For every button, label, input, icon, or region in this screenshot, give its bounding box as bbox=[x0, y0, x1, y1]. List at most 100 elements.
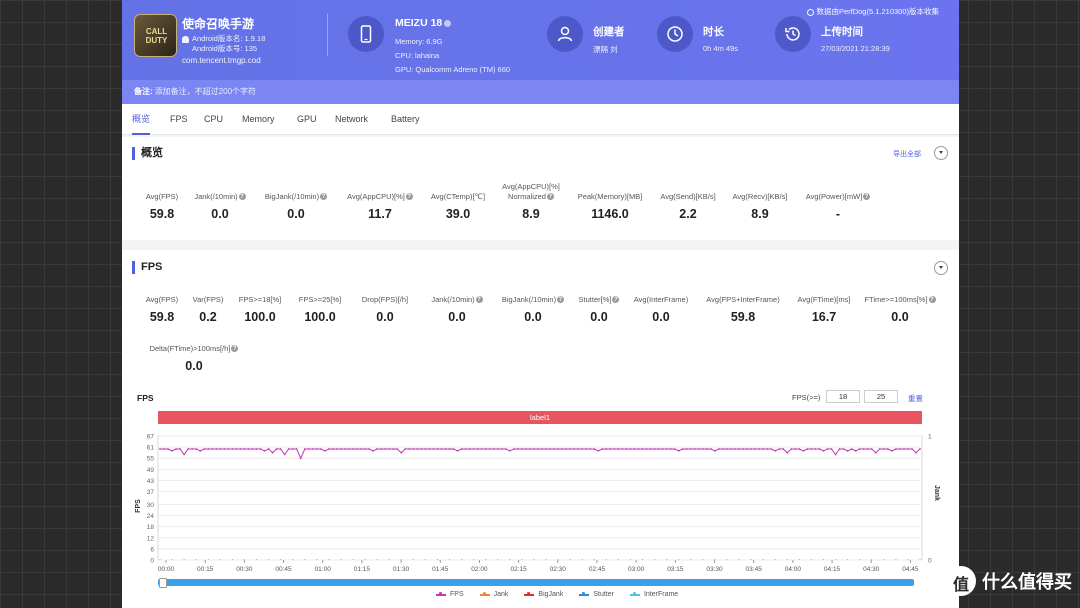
fps-point bbox=[380, 448, 383, 450]
fps-point bbox=[364, 448, 366, 450]
fps-point bbox=[219, 448, 222, 450]
fps-point bbox=[324, 449, 326, 452]
fps-point bbox=[645, 448, 648, 450]
help-icon[interactable] bbox=[231, 344, 239, 354]
fps-point bbox=[195, 448, 198, 450]
help-icon[interactable] bbox=[320, 192, 328, 202]
fps-point bbox=[500, 448, 503, 450]
label-bar[interactable]: label1 bbox=[158, 411, 922, 424]
fps-point bbox=[400, 451, 403, 454]
note-input[interactable]: 添加备注，不超过200个字符 bbox=[155, 87, 256, 96]
tab-fps[interactable]: FPS bbox=[170, 104, 188, 135]
fps-threshold-input-1[interactable]: 18 bbox=[826, 390, 860, 403]
fps-point bbox=[328, 448, 330, 450]
jank-point bbox=[810, 558, 813, 561]
fps-point bbox=[513, 448, 515, 450]
fps-point bbox=[307, 448, 310, 450]
reset-button[interactable]: 重置 bbox=[908, 393, 923, 404]
jank-point bbox=[617, 558, 619, 561]
fps-point bbox=[862, 448, 865, 450]
help-icon[interactable] bbox=[405, 192, 413, 202]
fps-point bbox=[814, 448, 817, 450]
jank-point bbox=[533, 558, 535, 561]
fps-threshold-input-2[interactable]: 25 bbox=[864, 390, 898, 403]
jank-point bbox=[243, 558, 245, 561]
fps-point bbox=[866, 448, 869, 450]
jank-point bbox=[485, 558, 487, 561]
y2-tick-label: 0 bbox=[928, 558, 932, 565]
time-range-handle-left[interactable] bbox=[159, 578, 167, 588]
legend-stutter[interactable]: Stutter bbox=[579, 591, 614, 598]
x-tick-label: 02:00 bbox=[471, 566, 488, 573]
help-icon[interactable] bbox=[557, 295, 565, 305]
jank-point bbox=[352, 558, 354, 561]
collapse-overview-button[interactable] bbox=[934, 146, 948, 160]
y-tick-label: 12 bbox=[147, 535, 155, 542]
x-tick-label: 02:45 bbox=[589, 566, 606, 573]
fps-point bbox=[336, 448, 338, 450]
help-icon[interactable] bbox=[612, 295, 620, 305]
info-icon bbox=[807, 8, 815, 16]
tab-overview[interactable]: 概览 bbox=[132, 104, 151, 135]
fps-title: FPS bbox=[132, 261, 162, 274]
fps-point bbox=[444, 448, 447, 450]
help-icon[interactable] bbox=[238, 192, 246, 202]
time-range-slider[interactable] bbox=[158, 579, 914, 586]
fps-point bbox=[263, 449, 266, 452]
fps-point bbox=[239, 448, 242, 450]
note-bar[interactable]: 备注: 添加备注，不超过200个字符 bbox=[122, 80, 959, 104]
fps-point bbox=[734, 448, 736, 450]
collapse-fps-button[interactable] bbox=[934, 261, 948, 275]
fps-point bbox=[319, 448, 322, 450]
info-icon[interactable] bbox=[444, 19, 452, 27]
fps-point bbox=[525, 448, 527, 450]
fps-point bbox=[810, 448, 813, 450]
x-tick-label: 01:15 bbox=[354, 566, 371, 573]
fps-point bbox=[448, 448, 451, 450]
legend-bigjank[interactable]: BigJank bbox=[524, 591, 563, 598]
legend-fps[interactable]: FPS bbox=[436, 591, 464, 598]
export-all-button[interactable]: 导出全部 bbox=[893, 149, 921, 159]
overview-title: 概览 bbox=[132, 147, 163, 160]
creator-value: 漂隔 刘 bbox=[593, 45, 618, 54]
tab-cpu[interactable]: CPU bbox=[204, 104, 223, 135]
fps-point bbox=[846, 449, 849, 452]
fps-point bbox=[758, 448, 761, 450]
fps-point bbox=[730, 448, 732, 450]
jank-point bbox=[581, 558, 583, 561]
help-icon[interactable] bbox=[475, 295, 483, 305]
jank-point bbox=[400, 558, 402, 561]
jank-point bbox=[641, 558, 644, 561]
help-icon[interactable] bbox=[863, 192, 871, 202]
fps-point bbox=[617, 448, 620, 450]
fps-point bbox=[693, 448, 696, 450]
app-name: 使命召唤手游 bbox=[182, 17, 255, 31]
tab-memory[interactable]: Memory bbox=[242, 104, 275, 135]
x-tick-label: 00:30 bbox=[236, 566, 253, 573]
fps-point bbox=[637, 448, 640, 450]
tab-gpu[interactable]: GPU bbox=[297, 104, 317, 135]
legend-jank[interactable]: Jank bbox=[479, 591, 508, 598]
legend-interframe[interactable]: InterFrame bbox=[629, 591, 678, 598]
fps-point bbox=[368, 448, 370, 450]
fps-point bbox=[521, 448, 523, 450]
fps-point bbox=[569, 448, 572, 450]
tab-network[interactable]: Network bbox=[335, 104, 368, 135]
jank-point bbox=[424, 558, 426, 561]
fps-point bbox=[786, 451, 789, 454]
jank-point bbox=[702, 558, 704, 561]
x-tick-label: 01:45 bbox=[432, 566, 449, 573]
fps-point bbox=[203, 448, 206, 450]
help-icon[interactable] bbox=[546, 192, 554, 202]
fps-point bbox=[545, 448, 547, 450]
fps-point bbox=[271, 451, 274, 454]
fps-point bbox=[790, 448, 793, 450]
jank-point bbox=[762, 558, 764, 561]
jank-point bbox=[859, 558, 861, 561]
fps-point bbox=[360, 448, 362, 450]
x-tick-label: 04:45 bbox=[902, 566, 919, 573]
fps-point bbox=[641, 448, 644, 450]
fps-point bbox=[677, 449, 680, 452]
help-icon[interactable] bbox=[928, 295, 936, 305]
tab-battery[interactable]: Battery bbox=[391, 104, 420, 135]
